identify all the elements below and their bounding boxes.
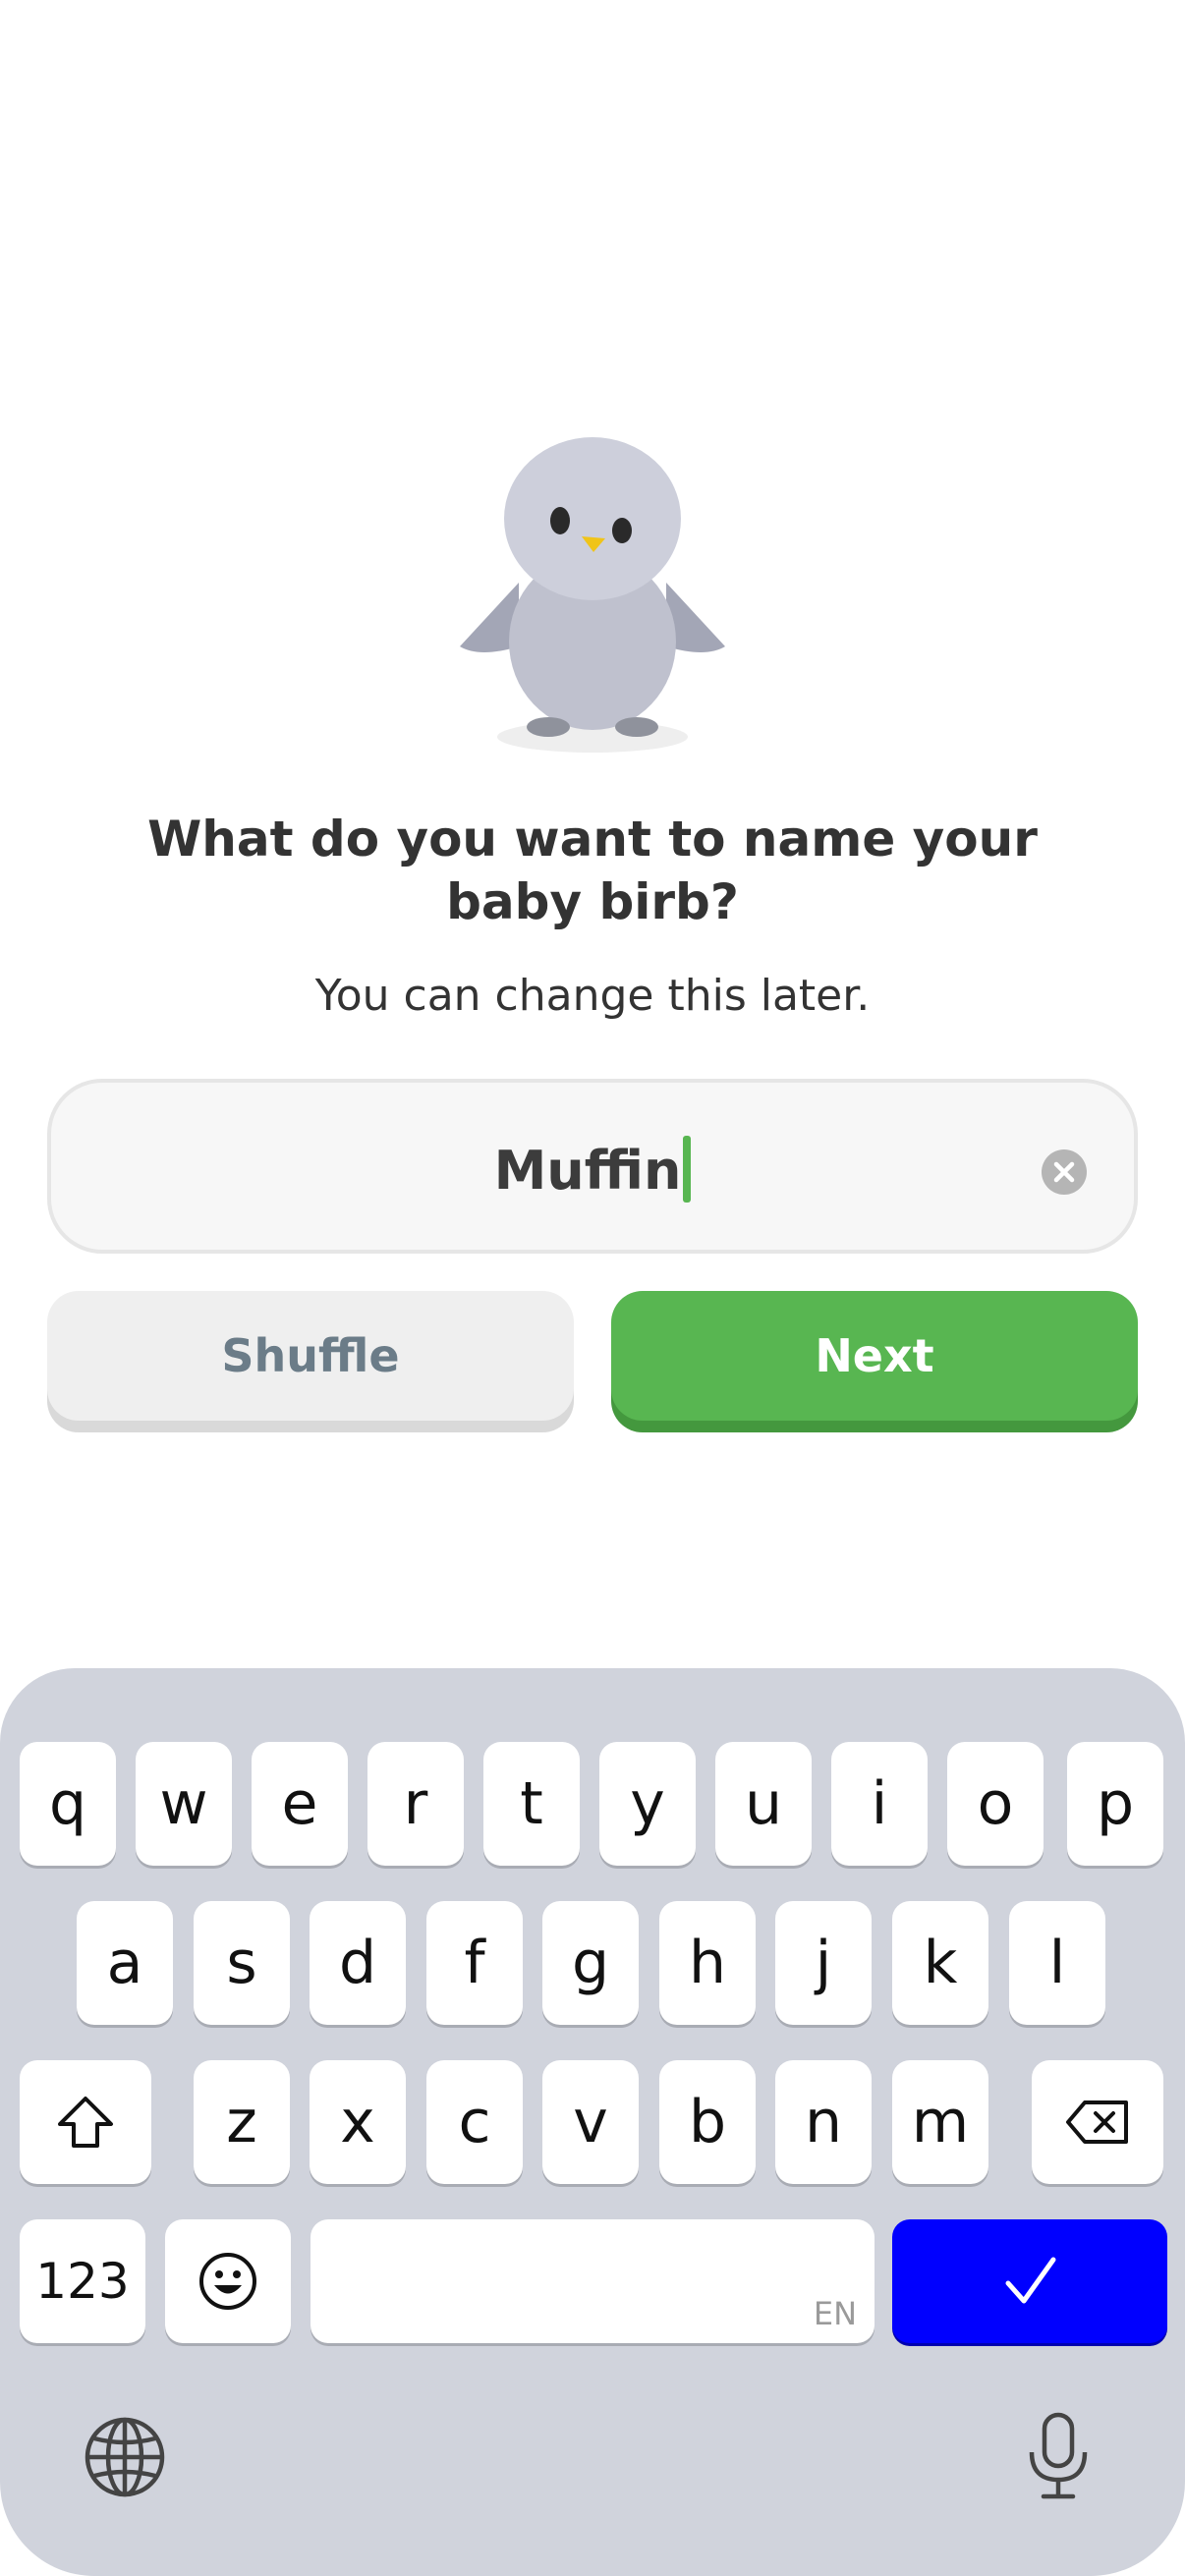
space-key[interactable]: EN [310, 2219, 875, 2343]
clear-input-button[interactable] [1042, 1149, 1087, 1195]
birb-name-value: Muffin [493, 1140, 682, 1202]
key-z[interactable]: z [194, 2060, 290, 2184]
shift-key[interactable] [20, 2060, 151, 2184]
key-w[interactable]: w [136, 1742, 232, 1866]
key-n[interactable]: n [775, 2060, 872, 2184]
key-t[interactable]: t [483, 1742, 580, 1866]
key-a[interactable]: a [77, 1901, 173, 2025]
birb-name-input[interactable]: Muffin [47, 1079, 1138, 1254]
key-v[interactable]: v [542, 2060, 639, 2184]
key-l[interactable]: l [1009, 1901, 1105, 2025]
key-e[interactable]: e [252, 1742, 348, 1866]
clear-icon [1053, 1161, 1075, 1183]
shuffle-button[interactable]: Shuffle [47, 1291, 574, 1421]
key-i[interactable]: i [831, 1742, 928, 1866]
numbers-key[interactable]: 123 [20, 2219, 145, 2343]
globe-icon[interactable] [83, 2415, 167, 2499]
key-j[interactable]: j [775, 1901, 872, 2025]
key-k[interactable]: k [892, 1901, 988, 2025]
shift-icon [58, 2097, 113, 2148]
key-f[interactable]: f [426, 1901, 523, 2025]
key-b[interactable]: b [659, 2060, 756, 2184]
key-p[interactable]: p [1067, 1742, 1163, 1866]
emoji-icon [199, 2253, 256, 2310]
key-d[interactable]: d [310, 1901, 406, 2025]
key-o[interactable]: o [947, 1742, 1044, 1866]
baby-birb-illustration [460, 437, 725, 753]
text-cursor [683, 1136, 692, 1203]
done-key[interactable] [892, 2219, 1167, 2343]
key-c[interactable]: c [426, 2060, 523, 2184]
key-x[interactable]: x [310, 2060, 406, 2184]
naming-question: What do you want to name your baby birb? [147, 811, 1038, 930]
keyboard-language-label: EN [813, 2295, 857, 2332]
naming-subtitle: You can change this later. [314, 971, 871, 1021]
key-g[interactable]: g [542, 1901, 639, 2025]
emoji-key[interactable] [165, 2219, 291, 2343]
key-r[interactable]: r [367, 1742, 464, 1866]
key-h[interactable]: h [659, 1901, 756, 2025]
microphone-icon[interactable] [1026, 2411, 1091, 2501]
backspace-icon [1066, 2100, 1128, 2144]
key-q[interactable]: q [20, 1742, 116, 1866]
backspace-key[interactable] [1032, 2060, 1163, 2184]
key-s[interactable]: s [194, 1901, 290, 2025]
key-y[interactable]: y [599, 1742, 696, 1866]
key-u[interactable]: u [715, 1742, 812, 1866]
checkmark-icon [1005, 2257, 1056, 2304]
next-button[interactable]: Next [611, 1291, 1138, 1421]
key-m[interactable]: m [892, 2060, 988, 2184]
on-screen-keyboard: q w e r t y u i o p a s d f g h j k l z … [0, 1668, 1185, 2576]
